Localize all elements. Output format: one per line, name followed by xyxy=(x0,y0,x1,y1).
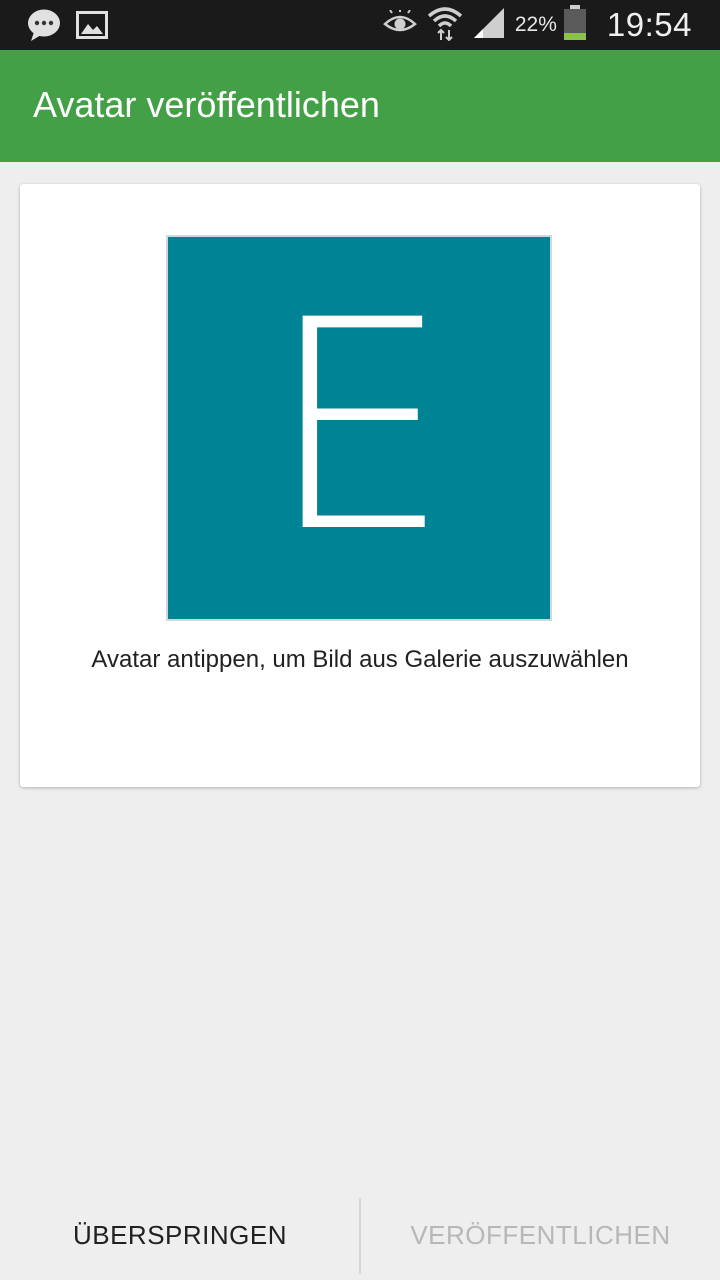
avatar-letter: E xyxy=(267,259,451,596)
wifi-icon xyxy=(427,5,463,46)
clock: 19:54 xyxy=(606,6,692,43)
battery-percent: 22% xyxy=(514,13,557,36)
bottom-action-bar: ÜBERSPRINGEN VERÖFFENTLICHEN xyxy=(0,1190,720,1280)
chat-bubble-icon xyxy=(26,8,62,47)
notification-icons xyxy=(26,8,108,47)
app-bar: Avatar veröffentlichen xyxy=(0,50,720,162)
screen: 22% 19:54 Avatar veröffentlichen E Avata… xyxy=(0,0,720,1280)
status-bar: 22% 19:54 xyxy=(0,0,720,50)
avatar-picker[interactable]: E xyxy=(166,235,552,621)
system-icons: 22% 19:54 xyxy=(382,0,692,50)
publish-button[interactable]: VERÖFFENTLICHEN xyxy=(361,1190,720,1280)
image-icon xyxy=(76,11,108,44)
battery-icon xyxy=(563,4,587,46)
signal-icon xyxy=(473,7,505,44)
skip-button[interactable]: ÜBERSPRINGEN xyxy=(0,1190,360,1280)
eye-icon xyxy=(382,8,417,41)
avatar-hint-text: Avatar antippen, um Bild aus Galerie aus… xyxy=(91,646,629,673)
page-title: Avatar veröffentlichen xyxy=(33,84,380,125)
avatar-card: E Avatar antippen, um Bild aus Galerie a… xyxy=(20,184,700,787)
